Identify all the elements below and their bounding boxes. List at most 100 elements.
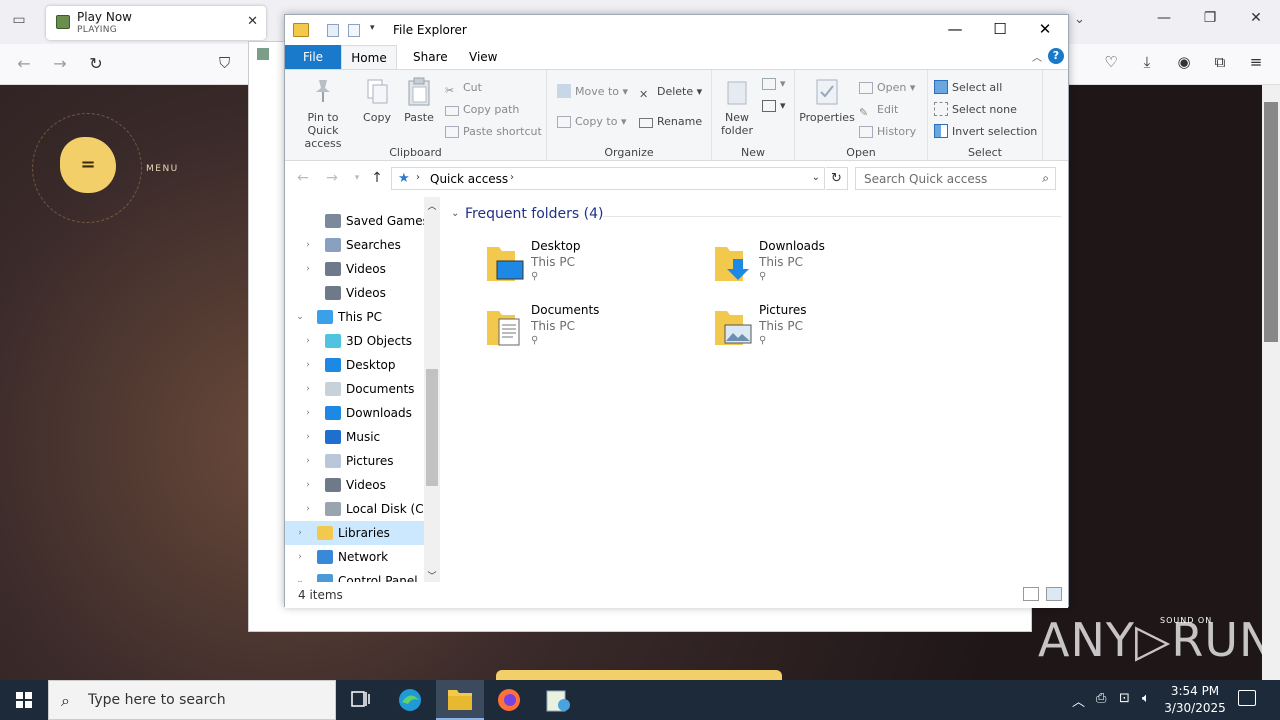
details-view-icon[interactable] [1023,587,1039,601]
folder-tile-downloads[interactable]: Downloads This PC ⚲ [713,239,913,299]
tab-home[interactable]: Home [341,45,397,69]
breadcrumb-chevron-icon[interactable]: › [510,172,514,183]
help-icon[interactable]: ? [1048,48,1064,64]
nav-item[interactable]: ⌄ Control Panel [285,569,425,582]
nav-item[interactable]: › Desktop [285,353,425,377]
nav-item[interactable]: › Libraries [285,521,425,545]
nav-item[interactable]: › Pictures [285,449,425,473]
nav-item[interactable]: › Documents [285,377,425,401]
folder-tile-pictures[interactable]: Pictures This PC ⚲ [713,303,913,363]
up-arrow-icon[interactable]: ↑ [367,170,387,186]
back-arrow-icon[interactable]: ← [293,170,313,186]
tab-view[interactable]: View [459,45,507,69]
chevron-right-icon[interactable]: › [295,545,305,569]
clock-date[interactable]: 3/30/2025 [1164,701,1226,715]
shield-icon[interactable]: ⛉ [219,54,230,72]
delete-button[interactable]: ✕ Delete ▾ [639,82,702,102]
clock-time[interactable]: 3:54 PM [1170,684,1220,698]
chevron-down-icon[interactable]: ⌄ [295,305,305,329]
folder-tile-documents[interactable]: Documents This PC ⚲ [485,303,685,363]
copy-path-button[interactable]: Copy path [445,100,519,120]
chevron-right-icon[interactable]: › [303,353,313,377]
cut-button[interactable]: ✂ Cut [445,78,482,98]
minimize-button[interactable]: — [940,20,970,38]
section-title[interactable]: Frequent folders (4) [465,206,604,222]
device-icon[interactable]: ⎙ [1096,691,1106,706]
chevron-right-icon[interactable]: › [303,329,313,353]
ribbon-collapse-icon[interactable]: ︿ [1032,49,1042,64]
address-bar[interactable]: ★ › Quick access › ⌄ [391,167,825,190]
volume-icon[interactable]: 🔈︎ [1142,691,1150,706]
search-input[interactable]: Search Quick access ⌕ [855,167,1056,190]
tray-overflow-icon[interactable]: ︿ [1072,691,1085,710]
select-all-button[interactable]: Select all [934,78,1002,98]
page-scrollbar-thumb[interactable] [1264,102,1278,342]
folder-tile-desktop[interactable]: Desktop This PC ⚲ [485,239,685,299]
select-none-button[interactable]: Select none [934,100,1017,120]
paste-shortcut-button[interactable]: Paste shortcut [445,122,542,142]
chevron-right-icon[interactable]: › [303,401,313,425]
nav-item[interactable]: Videos [285,281,425,305]
nav-item[interactable]: › Network [285,545,425,569]
move-to-button[interactable]: Move to ▾ [557,82,628,102]
forward-icon[interactable]: → [48,54,72,76]
app-installer-icon[interactable] [534,680,582,720]
chevron-right-icon[interactable]: › [303,425,313,449]
tab-list-icon[interactable]: ▭ [8,12,30,32]
large-icons-view-icon[interactable] [1046,587,1062,601]
pin-quick-access-button[interactable]: Pin to Quick access [291,76,355,150]
nav-item[interactable]: › 3D Objects [285,329,425,353]
back-icon[interactable]: ← [12,54,36,76]
rename-button[interactable]: Rename [639,112,702,132]
notification-icon[interactable] [1238,690,1256,706]
chevron-right-icon[interactable]: › [303,257,313,281]
extensions-icon[interactable]: ⧉ [1209,53,1231,71]
edit-button[interactable]: ✎ Edit [859,100,898,120]
tab-overflow-icon[interactable]: ⌄ [1074,12,1085,27]
new-item-button[interactable]: ▾ [762,74,786,94]
account-icon[interactable]: ◉ [1173,53,1195,71]
new-folder-qat-icon[interactable] [348,24,360,37]
properties-qat-icon[interactable] [327,24,339,37]
search-icon[interactable]: ⌕ [1042,171,1049,186]
properties-button[interactable]: Properties [799,76,855,124]
address-dropdown-icon[interactable]: ⌄ [812,172,820,183]
firefox-icon[interactable] [485,680,533,720]
chevron-right-icon[interactable]: › [303,497,313,521]
copy-button[interactable]: Copy [361,76,393,124]
forward-arrow-icon[interactable]: → [322,170,342,186]
browser-tab[interactable]: Play Now PLAYING ✕ [46,6,266,40]
chevron-right-icon[interactable]: › [303,449,313,473]
nav-item[interactable]: ⌄ This PC [285,305,425,329]
nav-item[interactable]: › Music [285,425,425,449]
browser-minimize-button[interactable]: — [1154,10,1174,26]
maximize-button[interactable]: ☐ [985,20,1015,38]
breadcrumb-chevron-icon[interactable]: › [416,172,420,183]
history-button[interactable]: History [859,122,916,142]
chevron-right-icon[interactable]: › [303,233,313,257]
chevron-right-icon[interactable]: › [295,521,305,545]
nav-item[interactable]: Saved Games [285,209,429,233]
section-collapse-icon[interactable]: ⌄ [451,208,459,219]
tab-close-icon[interactable]: ✕ [247,14,258,29]
reload-icon[interactable]: ↻ [84,54,108,76]
easy-access-button[interactable]: ▾ [762,96,786,116]
recent-locations-icon[interactable]: ▾ [347,173,367,183]
start-button[interactable] [0,680,48,720]
taskbar-search-input[interactable]: ⌕ Type here to search [48,680,336,720]
qat-customize-icon[interactable]: ▾ [370,23,375,33]
browser-restore-button[interactable]: ❐ [1200,10,1220,26]
network-icon[interactable]: ⊡ [1119,691,1130,706]
menu-button[interactable]: = [60,137,116,193]
chevron-down-icon[interactable]: ⌄ [295,569,305,582]
nav-item[interactable]: › Searches [285,233,425,257]
paste-button[interactable]: Paste [403,76,435,124]
browser-close-button[interactable]: ✕ [1246,10,1266,26]
play-button-strip[interactable] [496,670,782,680]
download-icon[interactable]: ⤓ [1136,53,1158,71]
close-button[interactable]: ✕ [1030,20,1060,38]
breadcrumb-quick-access[interactable]: Quick access [430,172,508,186]
nav-item[interactable]: › Local Disk (C:) [285,497,432,521]
pocket-icon[interactable]: ♡ [1100,53,1122,71]
edge-icon[interactable] [386,680,434,720]
